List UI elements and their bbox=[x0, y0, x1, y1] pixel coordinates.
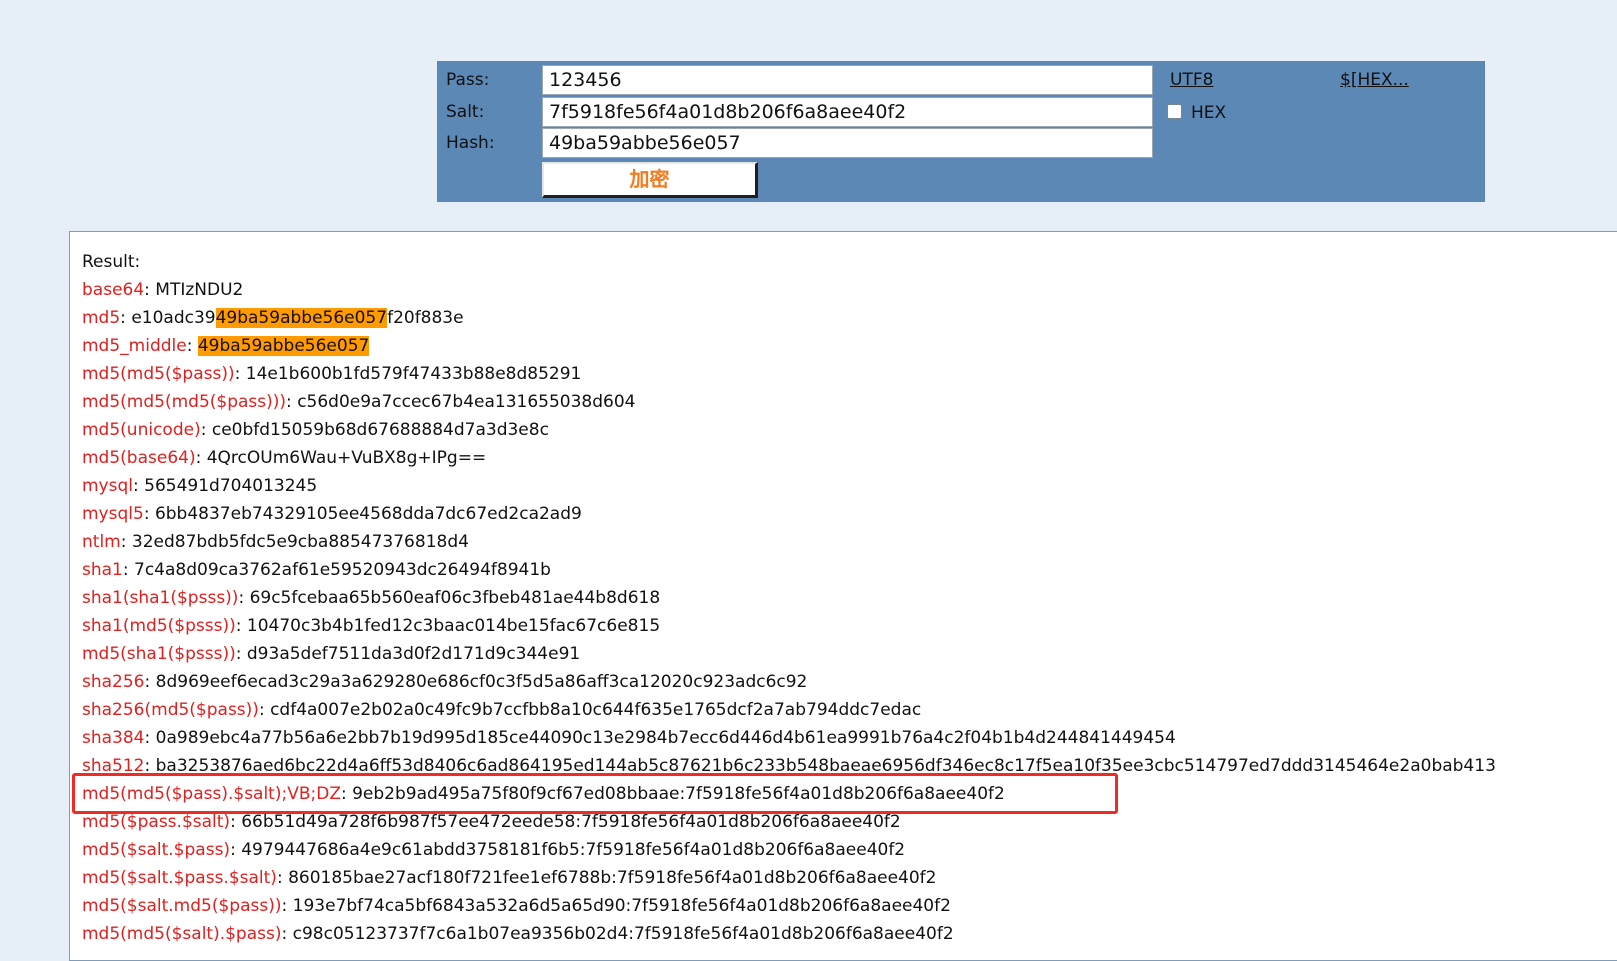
utf8-link[interactable]: UTF8 bbox=[1170, 70, 1213, 90]
result-value: 6bb4837eb74329105ee4568dda7dc67ed2ca2ad9 bbox=[154, 504, 582, 524]
result-key: sha1(md5($psss)) bbox=[82, 616, 236, 636]
result-value: c56d0e9a7ccec67b4ea131655038d604 bbox=[297, 392, 636, 412]
result-value: 14e1b600b1fd579f47433b88e8d85291 bbox=[245, 364, 582, 384]
result-key: base64 bbox=[82, 280, 145, 300]
hash-label: Hash: bbox=[446, 133, 495, 153]
result-row: sha1: 7c4a8d09ca3762af61e59520943dc26494… bbox=[82, 560, 551, 580]
result-row: md5($salt.md5($pass)): 193e7bf74ca5bf684… bbox=[82, 896, 951, 916]
result-key: sha1 bbox=[82, 560, 123, 580]
result-key: md5_middle bbox=[82, 336, 187, 356]
result-key: md5($salt.$pass.$salt) bbox=[82, 868, 277, 888]
result-row: md5($salt.$pass): 4979447686a4e9c61abdd3… bbox=[82, 840, 906, 860]
md5-suffix: f20f883e bbox=[387, 308, 464, 328]
salt-label: Salt: bbox=[446, 102, 485, 122]
result-value: 4QrcOUm6Wau+VuBX8g+IPg== bbox=[206, 448, 487, 468]
pass-label: Pass: bbox=[446, 70, 490, 90]
result-value: 4979447686a4e9c61abdd3758181f6b5:7f5918f… bbox=[241, 840, 906, 860]
result-key: mysql5 bbox=[82, 504, 144, 524]
md5-middle-value: 49ba59abbe56e057 bbox=[197, 336, 370, 356]
result-row: md5(unicode): ce0bfd15059b68d67688884d7a… bbox=[82, 420, 549, 440]
result-value: 0a989ebc4a77b56a6e2bb7b19d995d185ce44090… bbox=[155, 728, 1176, 748]
result-row: sha256(md5($pass)): cdf4a007e2b02a0c49fc… bbox=[82, 700, 922, 720]
result-key: md5(unicode) bbox=[82, 420, 201, 440]
result-row: sha1(md5($psss)): 10470c3b4b1fed12c3baac… bbox=[82, 616, 661, 636]
result-key: md5(base64) bbox=[82, 448, 196, 468]
result-key: ntlm bbox=[82, 532, 121, 552]
hex-checkbox[interactable] bbox=[1167, 104, 1182, 119]
result-row: sha384: 0a989ebc4a77b56a6e2bb7b19d995d18… bbox=[82, 728, 1176, 748]
result-key: mysql bbox=[82, 476, 133, 496]
result-key: md5 bbox=[82, 308, 121, 328]
result-row: md5(base64): 4QrcOUm6Wau+VuBX8g+IPg== bbox=[82, 448, 487, 468]
result-row: sha1(sha1($psss)): 69c5fcebaa65b560eaf06… bbox=[82, 588, 661, 608]
result-value: 66b51d49a728f6b987f57ee472eede58:7f5918f… bbox=[241, 812, 901, 832]
result-key: md5(sha1($psss)) bbox=[82, 644, 236, 664]
hash-form-panel: Pass: Salt: Hash: 加密 UTF8 $[HEX... HEX bbox=[437, 61, 1485, 202]
result-row: mysql: 565491d704013245 bbox=[82, 476, 318, 496]
result-panel: Result: base64: MTIzNDU2 md5: e10adc3949… bbox=[69, 231, 1617, 961]
result-key: md5($salt.md5($pass)) bbox=[82, 896, 282, 916]
salt-input[interactable] bbox=[542, 97, 1153, 127]
result-key: sha384 bbox=[82, 728, 145, 748]
result-key: md5($salt.$pass) bbox=[82, 840, 231, 860]
annotation-highlight-box bbox=[72, 773, 1118, 814]
md5-matched-segment: 49ba59abbe56e057 bbox=[215, 308, 388, 328]
result-row: md5(md5(md5($pass))): c56d0e9a7ccec67b4e… bbox=[82, 392, 636, 412]
result-key: sha256(md5($pass)) bbox=[82, 700, 259, 720]
result-row: ntlm: 32ed87bdb5fdc5e9cba88547376818d4 bbox=[82, 532, 469, 552]
result-row: md5($salt.$pass.$salt): 860185bae27acf18… bbox=[82, 868, 937, 888]
result-row: md5(sha1($psss)): d93a5def7511da3d0f2d17… bbox=[82, 644, 581, 664]
result-value: 69c5fcebaa65b560eaf06c3fbeb481ae44b8d618 bbox=[249, 588, 661, 608]
result-row: mysql5: 6bb4837eb74329105ee4568dda7dc67e… bbox=[82, 504, 582, 524]
result-row-base64: base64: MTIzNDU2 bbox=[82, 280, 244, 300]
result-value: c98c05123737f7c6a1b07ea9356b02d4:7f5918f… bbox=[292, 924, 954, 944]
hash-input[interactable] bbox=[542, 128, 1153, 158]
result-value: ce0bfd15059b68d67688884d7a3d3e8c bbox=[211, 420, 549, 440]
result-heading: Result: bbox=[82, 252, 141, 272]
result-row: sha256: 8d969eef6ecad3c29a3a629280e686cf… bbox=[82, 672, 808, 692]
result-key: sha256 bbox=[82, 672, 145, 692]
result-key: md5(md5($salt).$pass) bbox=[82, 924, 282, 944]
result-value: 8d969eef6ecad3c29a3a629280e686cf0c3f5d5a… bbox=[155, 672, 808, 692]
result-value: 7c4a8d09ca3762af61e59520943dc26494f8941b bbox=[134, 560, 551, 580]
result-key: md5(md5($pass)) bbox=[82, 364, 235, 384]
result-value: 32ed87bdb5fdc5e9cba88547376818d4 bbox=[131, 532, 469, 552]
result-row-md5-middle: md5_middle: 49ba59abbe56e057 bbox=[82, 336, 370, 356]
result-row-md5: md5: e10adc3949ba59abbe56e057f20f883e bbox=[82, 308, 464, 328]
result-value: 860185bae27acf180f721fee1ef6788b:7f5918f… bbox=[288, 868, 937, 888]
result-value: MTIzNDU2 bbox=[155, 280, 244, 300]
result-value: 10470c3b4b1fed12c3baac014be15fac67c6e815 bbox=[246, 616, 661, 636]
hex-format-link[interactable]: $[HEX... bbox=[1340, 70, 1409, 90]
hex-checkbox-label: HEX bbox=[1191, 103, 1227, 123]
result-value: 193e7bf74ca5bf6843a532a6d5a65d90:7f5918f… bbox=[292, 896, 951, 916]
result-row: md5(md5($pass)): 14e1b600b1fd579f47433b8… bbox=[82, 364, 582, 384]
result-list: Result: base64: MTIzNDU2 md5: e10adc3949… bbox=[82, 248, 1496, 948]
result-row: md5(md5($salt).$pass): c98c05123737f7c6a… bbox=[82, 924, 954, 944]
result-key: sha1(sha1($psss)) bbox=[82, 588, 239, 608]
pass-input[interactable] bbox=[542, 65, 1153, 95]
result-value: 565491d704013245 bbox=[144, 476, 318, 496]
result-value: cdf4a007e2b02a0c49fc9b7ccfbb8a10c644f635… bbox=[270, 700, 922, 720]
result-value: d93a5def7511da3d0f2d171d9c344e91 bbox=[246, 644, 581, 664]
result-key: md5($pass.$salt) bbox=[82, 812, 231, 832]
encrypt-button[interactable]: 加密 bbox=[542, 162, 758, 198]
result-key: md5(md5(md5($pass))) bbox=[82, 392, 287, 412]
md5-prefix: e10adc39 bbox=[131, 308, 216, 328]
